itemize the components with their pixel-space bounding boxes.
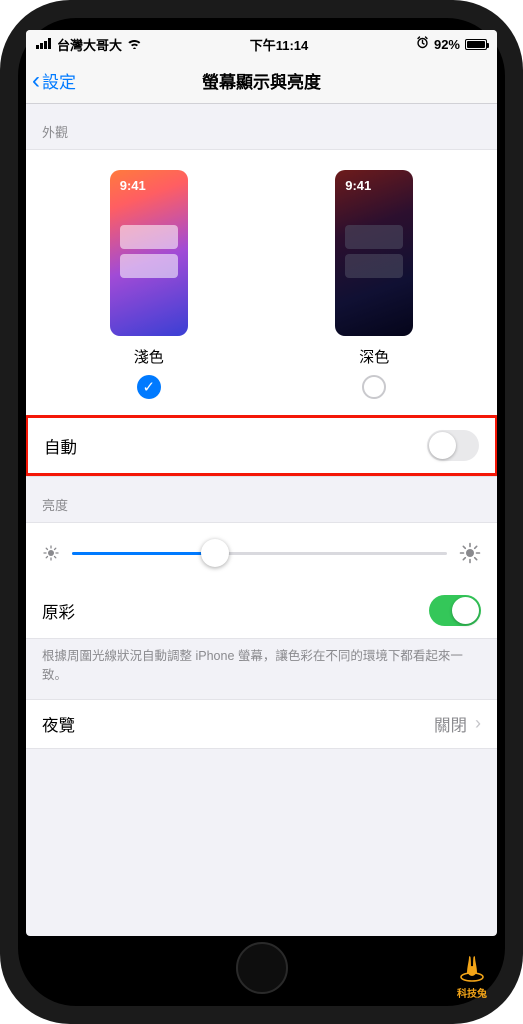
- true-tone-cell[interactable]: 原彩: [26, 583, 497, 638]
- dark-radio-unchecked[interactable]: [362, 375, 386, 399]
- appearance-option-dark[interactable]: 9:41 深色: [335, 170, 413, 399]
- light-label: 淺色: [110, 346, 188, 367]
- watermark-logo: 科技兔: [457, 951, 487, 1000]
- chevron-left-icon: ‹: [32, 69, 40, 93]
- dark-label: 深色: [335, 346, 413, 367]
- signal-icon: [36, 37, 52, 52]
- wifi-icon: [127, 37, 142, 52]
- brightness-group: 原彩: [26, 522, 497, 639]
- checkmark-icon: ✓: [142, 378, 155, 396]
- chevron-right-icon: ›: [475, 713, 481, 734]
- light-preview: 9:41: [110, 170, 188, 336]
- battery-icon: [465, 39, 487, 50]
- true-tone-footer: 根據周圍光線狀況自動調整 iPhone 螢幕，讓色彩在不同的環境下都看起來一致。: [26, 639, 497, 699]
- true-tone-label: 原彩: [42, 599, 75, 623]
- back-label: 設定: [42, 68, 76, 93]
- night-shift-label: 夜覽: [42, 712, 75, 736]
- clock-label: 下午11:14: [250, 35, 309, 54]
- page-title: 螢幕顯示與亮度: [26, 68, 497, 93]
- night-shift-group: 夜覽 關閉 ›: [26, 699, 497, 749]
- night-shift-value: 關閉: [434, 712, 467, 736]
- watermark-text: 科技兔: [457, 989, 487, 1000]
- auto-label: 自動: [44, 434, 77, 458]
- appearance-group: 9:41 淺色 ✓ 9:41 深色: [26, 149, 497, 477]
- brightness-header: 亮度: [26, 477, 497, 522]
- status-bar: 台灣大哥大 下午11:14 92%: [26, 30, 497, 58]
- true-tone-toggle[interactable]: [429, 595, 481, 626]
- screen: 台灣大哥大 下午11:14 92% ‹ 設定: [26, 30, 497, 936]
- brightness-high-icon: [459, 542, 481, 564]
- phone-bezel: 台灣大哥大 下午11:14 92% ‹ 設定: [18, 18, 505, 1006]
- appearance-header: 外觀: [26, 104, 497, 149]
- carrier-label: 台灣大哥大: [57, 35, 122, 54]
- preview-clock: 9:41: [345, 178, 371, 193]
- alarm-icon: [416, 36, 429, 52]
- night-shift-cell[interactable]: 夜覽 關閉 ›: [26, 700, 497, 748]
- back-button[interactable]: ‹ 設定: [26, 68, 76, 93]
- nav-bar: ‹ 設定 螢幕顯示與亮度: [26, 58, 497, 104]
- brightness-slider[interactable]: [72, 539, 447, 567]
- brightness-slider-row: [26, 523, 497, 583]
- highlight-box: 自動: [26, 415, 497, 476]
- home-button[interactable]: [236, 942, 288, 994]
- battery-percent: 92%: [434, 37, 460, 52]
- auto-toggle[interactable]: [427, 430, 479, 461]
- brightness-low-icon: [42, 544, 60, 562]
- light-radio-checked[interactable]: ✓: [137, 375, 161, 399]
- preview-clock: 9:41: [120, 178, 146, 193]
- dark-preview: 9:41: [335, 170, 413, 336]
- appearance-option-light[interactable]: 9:41 淺色 ✓: [110, 170, 188, 399]
- auto-appearance-cell[interactable]: 自動: [28, 418, 495, 473]
- phone-frame: 台灣大哥大 下午11:14 92% ‹ 設定: [0, 0, 523, 1024]
